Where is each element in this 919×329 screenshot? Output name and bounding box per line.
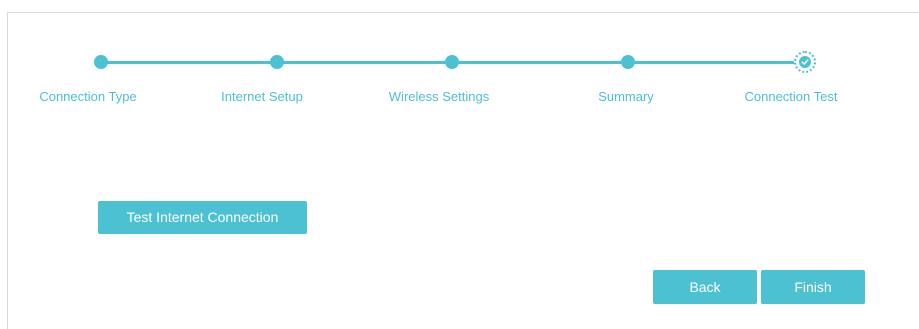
step-dot-connection-test: [794, 51, 816, 73]
step-dot-connection-type: [94, 55, 108, 69]
check-icon: [799, 56, 811, 68]
step-label-connection-test: Connection Test: [744, 89, 838, 104]
step-label-internet-setup: Internet Setup: [221, 89, 303, 104]
step-dot-internet-setup: [270, 55, 284, 69]
progress-stepper: Connection Type Internet Setup Wireless …: [0, 0, 919, 110]
step-label-summary: Summary: [598, 89, 654, 104]
finish-button[interactable]: Finish: [761, 270, 865, 304]
test-internet-connection-button[interactable]: Test Internet Connection: [98, 201, 307, 234]
step-label-wireless-settings: Wireless Settings: [388, 89, 490, 104]
step-dot-wireless-settings: [445, 55, 459, 69]
step-label-connection-type: Connection Type: [39, 89, 137, 104]
step-dot-summary: [621, 55, 635, 69]
back-button[interactable]: Back: [653, 270, 757, 304]
